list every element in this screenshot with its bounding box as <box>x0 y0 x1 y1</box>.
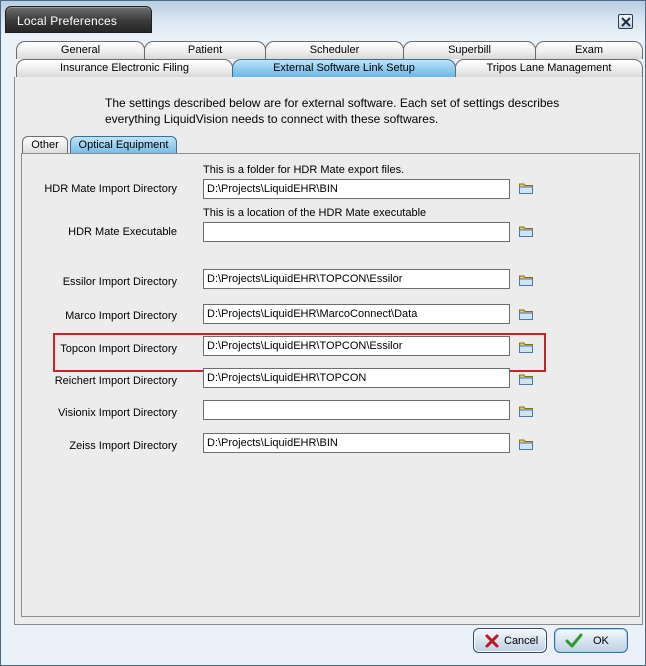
essilor-import-label: Essilor Import Directory <box>62 276 177 288</box>
hdr-exe-label: HDR Mate Executable <box>68 226 177 238</box>
tab-scheduler[interactable]: Scheduler <box>265 41 404 59</box>
checkmark-icon <box>565 633 583 648</box>
tab-label: Superbill <box>448 44 491 56</box>
folder-icon[interactable] <box>519 274 533 286</box>
folder-icon[interactable] <box>519 225 533 237</box>
close-icon[interactable] <box>618 14 633 29</box>
tab-label: Exam <box>574 44 604 56</box>
topcon-import-label: Topcon Import Directory <box>60 343 177 355</box>
tab-external-software-link-setup[interactable]: External Software Link Setup <box>232 59 456 77</box>
topcon-import-field[interactable]: D:\Projects\LiquidEHR\TOPCON\Essilor <box>203 336 510 356</box>
zeiss-import-field[interactable]: D:\Projects\LiquidEHR\BIN <box>203 433 510 453</box>
optical-equipment-panel: This is a folder for HDR Mate export fil… <box>21 153 640 617</box>
subtab-label: Optical Equipment <box>78 139 169 151</box>
info-text: The settings described below are for ext… <box>105 96 560 126</box>
title-tab: Local Preferences <box>5 6 152 33</box>
hdr-import-label: HDR Mate Import Directory <box>44 183 177 195</box>
folder-icon[interactable] <box>519 405 533 417</box>
title-bar: Local Preferences <box>1 1 645 35</box>
tab-label: Patient <box>187 44 223 56</box>
ok-label: OK <box>593 635 609 647</box>
tab-general[interactable]: General <box>16 41 145 59</box>
hdr-exe-hint: This is a location of the HDR Mate execu… <box>203 207 427 219</box>
hdr-exe-field[interactable] <box>203 222 510 242</box>
visionix-import-field[interactable] <box>203 400 510 420</box>
tab-label: Tripos Lane Management <box>486 62 612 74</box>
cancel-label: Cancel <box>504 635 539 647</box>
marco-import-field[interactable]: D:\Projects\LiquidEHR\MarcoConnect\Data <box>203 304 510 324</box>
folder-icon[interactable] <box>519 308 533 320</box>
folder-icon[interactable] <box>519 341 533 353</box>
hdr-import-hint: This is a folder for HDR Mate export fil… <box>203 164 405 176</box>
folder-icon[interactable] <box>519 373 533 385</box>
tab-exam[interactable]: Exam <box>535 41 643 59</box>
essilor-import-field[interactable]: D:\Projects\LiquidEHR\TOPCON\Essilor <box>203 269 510 289</box>
window-title: Local Preferences <box>17 14 118 28</box>
external-software-panel: The settings described below are for ext… <box>14 77 643 625</box>
cancel-x-icon <box>485 634 499 648</box>
hdr-import-field[interactable]: D:\Projects\LiquidEHR\BIN <box>203 179 510 199</box>
tab-insurance-electronic-filing[interactable]: Insurance Electronic Filing <box>16 59 233 77</box>
subtab-other[interactable]: Other <box>22 136 68 153</box>
ok-button[interactable]: OK <box>554 628 628 653</box>
zeiss-import-label: Zeiss Import Directory <box>69 440 177 452</box>
folder-icon[interactable] <box>519 438 533 450</box>
tab-label: Insurance Electronic Filing <box>59 62 189 74</box>
local-preferences-window: Local Preferences General Patient Schedu… <box>0 0 646 666</box>
reichert-import-label: Reichert Import Directory <box>54 375 177 387</box>
marco-import-label: Marco Import Directory <box>65 310 177 322</box>
tab-label: Scheduler <box>309 44 360 56</box>
tab-tripos-lane-management[interactable]: Tripos Lane Management <box>455 59 643 77</box>
tab-patient[interactable]: Patient <box>144 41 266 59</box>
tab-label: General <box>60 44 101 56</box>
subtab-optical-equipment[interactable]: Optical Equipment <box>70 136 177 153</box>
visionix-import-label: Visionix Import Directory <box>58 407 177 419</box>
tab-label: External Software Link Setup <box>273 62 415 74</box>
reichert-import-field[interactable]: D:\Projects\LiquidEHR\TOPCON <box>203 368 510 388</box>
tab-superbill[interactable]: Superbill <box>403 41 536 59</box>
subtab-label: Other <box>31 139 59 151</box>
folder-icon[interactable] <box>519 182 533 194</box>
cancel-button[interactable]: Cancel <box>473 628 547 653</box>
